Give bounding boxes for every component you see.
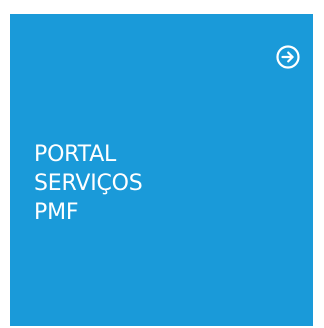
tile-title-line-1: PORTAL bbox=[34, 142, 117, 167]
tile-title-line-2: SERVIÇOS bbox=[34, 171, 143, 196]
arrow-right-circle-icon[interactable] bbox=[275, 44, 301, 70]
portal-servicos-pmf-tile[interactable]: PORTAL SERVIÇOS PMF bbox=[10, 14, 313, 326]
tile-title: PORTAL SERVIÇOS PMF bbox=[34, 140, 143, 227]
tile-title-line-3: PMF bbox=[34, 200, 79, 225]
